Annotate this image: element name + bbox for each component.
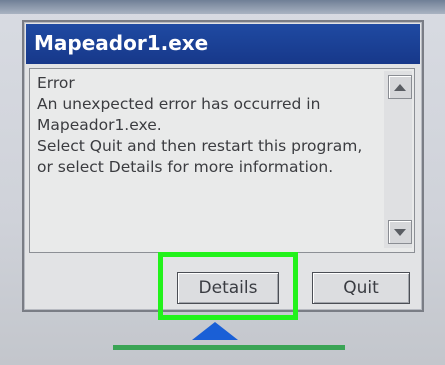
error-message: Error An unexpected error has occurred i… <box>37 74 363 176</box>
arrow-up-icon <box>394 83 406 91</box>
highlight-box <box>158 252 298 320</box>
message-area: Error An unexpected error has occurred i… <box>29 68 415 253</box>
dialog-title: Mapeador1.exe <box>34 31 209 55</box>
keyboard-triangle-icon[interactable] <box>192 322 238 340</box>
arrow-down-icon <box>394 228 406 236</box>
message-scrollbar[interactable] <box>384 71 412 248</box>
taskbar-accent-line <box>113 345 345 350</box>
top-bezel-strip <box>0 0 445 14</box>
scroll-up-button[interactable] <box>388 75 412 99</box>
dialog-titlebar: Mapeador1.exe <box>26 24 420 64</box>
scroll-down-button[interactable] <box>388 220 412 244</box>
device-screen: Mapeador1.exe Error An unexpected error … <box>0 0 445 365</box>
quit-button[interactable]: Quit <box>312 272 410 304</box>
